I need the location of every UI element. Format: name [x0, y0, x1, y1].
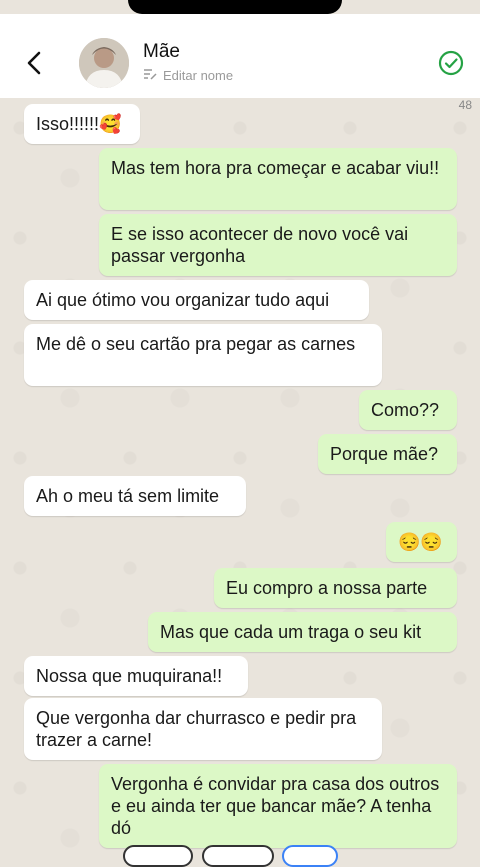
message-bubble: Me dê o seu cartão pra pegar as carnes: [24, 324, 382, 386]
check-circle-icon[interactable]: [438, 50, 464, 76]
message-bubble: Ai que ótimo vou organizar tudo aqui: [24, 280, 369, 320]
message-bubble: Ah o meu tá sem limite: [24, 476, 246, 516]
message-bubble: Mas que cada um traga o seu kit: [148, 612, 457, 652]
message-bubble: Porque mãe?: [318, 434, 457, 474]
back-arrow-icon[interactable]: [22, 50, 48, 76]
message-bubble: Isso!!!!!!🥰: [24, 104, 140, 144]
edit-name-label: Editar nome: [163, 68, 234, 83]
reply-chip[interactable]: [282, 845, 338, 867]
message-bubble: E se isso acontecer de novo você vai pas…: [99, 214, 457, 276]
reply-chip[interactable]: [123, 845, 193, 867]
message-bubble: Como??: [359, 390, 457, 430]
reply-chip[interactable]: [202, 845, 274, 867]
edit-icon: [143, 68, 157, 83]
message-bubble: Que vergonha dar churrasco e pedir pra t…: [24, 698, 382, 760]
message-bubble: Vergonha é convidar pra casa dos outros …: [99, 764, 457, 848]
avatar[interactable]: [79, 38, 129, 88]
message-bubble: Eu compro a nossa parte: [214, 568, 457, 608]
message-count: 48: [458, 98, 472, 112]
edit-name-link[interactable]: Editar nome: [143, 68, 233, 83]
chat-header: Mãe Editar nome: [0, 14, 480, 99]
contact-name[interactable]: Mãe: [143, 41, 180, 63]
message-bubble: 😔😔: [386, 522, 457, 562]
device-notch: [128, 0, 342, 14]
message-bubble: Mas tem hora pra começar e acabar viu!!: [99, 148, 457, 210]
message-bubble: Nossa que muquirana!!: [24, 656, 248, 696]
